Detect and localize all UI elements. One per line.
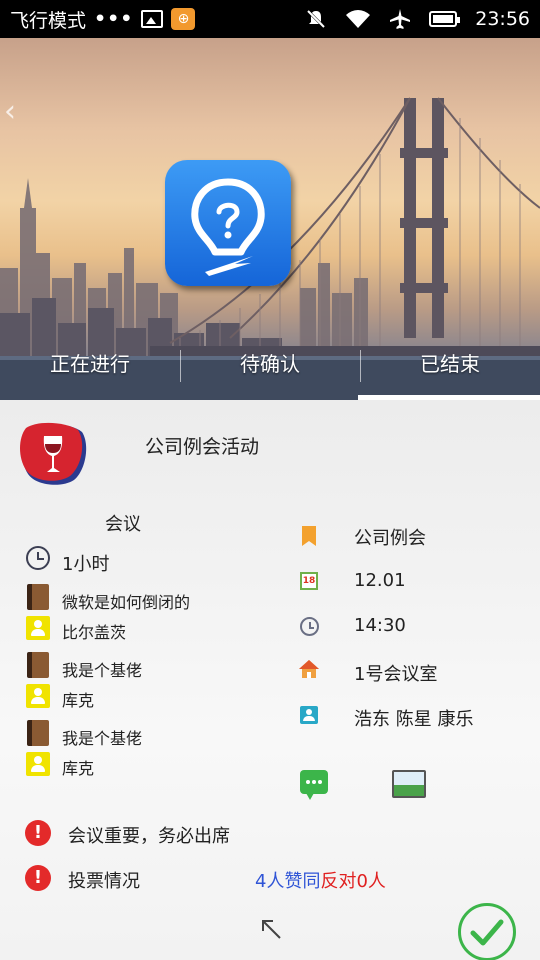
mute-icon [307,9,326,29]
app-logo [165,160,291,286]
agenda-speaker: 库克 [62,691,95,710]
battery-icon [429,11,461,27]
game-icon: ⊕ [171,8,196,30]
event-category: 公司例会 [354,528,426,549]
event-title: 公司例会活动 [145,436,260,458]
event-detail: 公司例会活动 会议 1小时 微软是如何倒闭的 比尔盖茨 我是个基佬 库克 我是个… [0,400,540,960]
wine-glass-icon [20,422,87,485]
airplane-mode-label: 飞行模式 [10,9,87,32]
agenda-topic: 我是个基佬 [62,661,143,680]
event-time: 14:30 [354,615,406,636]
airplane-icon [390,9,411,29]
person-icon [26,752,50,776]
expand-arrow-icon[interactable] [258,916,284,942]
tab-in-progress[interactable]: 正在进行 [0,340,180,396]
agenda-topic: 我是个基佬 [62,729,143,748]
wifi-icon [346,10,371,28]
tab-pending[interactable]: 待确认 [180,340,360,396]
bookmark-icon [302,526,316,546]
vote-oppose: 反对0人 [320,871,386,892]
agenda-speaker: 库克 [62,759,95,778]
clock-icon [26,546,50,570]
confirm-button[interactable] [458,903,516,960]
warning-icon: ! [25,820,51,846]
image-button[interactable] [392,770,426,798]
vote-result: 4人赞同反对0人 [255,867,386,893]
event-type: 会议 [105,514,141,535]
event-date: 12.01 [354,570,406,591]
person-icon [26,684,50,708]
clock-time: 23:56 [475,8,530,30]
gallery-icon [141,10,164,28]
status-tabs: 正在进行 待确认 已结束 [0,340,540,396]
event-notice: 会议重要，务必出席 [68,826,230,847]
agenda-topic: 微软是如何倒闭的 [62,593,191,612]
book-icon [27,652,49,678]
event-participants: 浩东 陈星 康乐 [354,709,474,730]
event-duration: 1小时 [62,554,110,575]
vote-label: 投票情况 [68,871,140,892]
time-icon [300,617,319,636]
book-icon [27,720,49,746]
tab-finished[interactable]: 已结束 [360,340,540,396]
contact-icon [300,706,318,724]
calendar-icon: 18 [300,572,318,590]
person-icon [26,616,50,640]
calendar-day: 18 [302,576,316,586]
home-icon [299,660,319,678]
checkmark-icon [470,919,504,946]
more-dots-icon: ••• [94,8,134,30]
book-icon [27,584,49,610]
warning-icon: ! [25,865,51,891]
event-location: 1号会议室 [354,664,438,685]
status-bar: 飞行模式 ••• ⊕ 23:56 [0,0,540,38]
vote-agree: 4人赞同 [255,871,321,892]
lightbulb-question-icon [191,178,265,276]
agenda-speaker: 比尔盖茨 [62,623,127,642]
header-banner: ‹ 正在进行 待确认 已结束 [0,38,540,400]
message-button[interactable] [300,770,328,800]
back-button[interactable]: ‹ [4,94,16,129]
